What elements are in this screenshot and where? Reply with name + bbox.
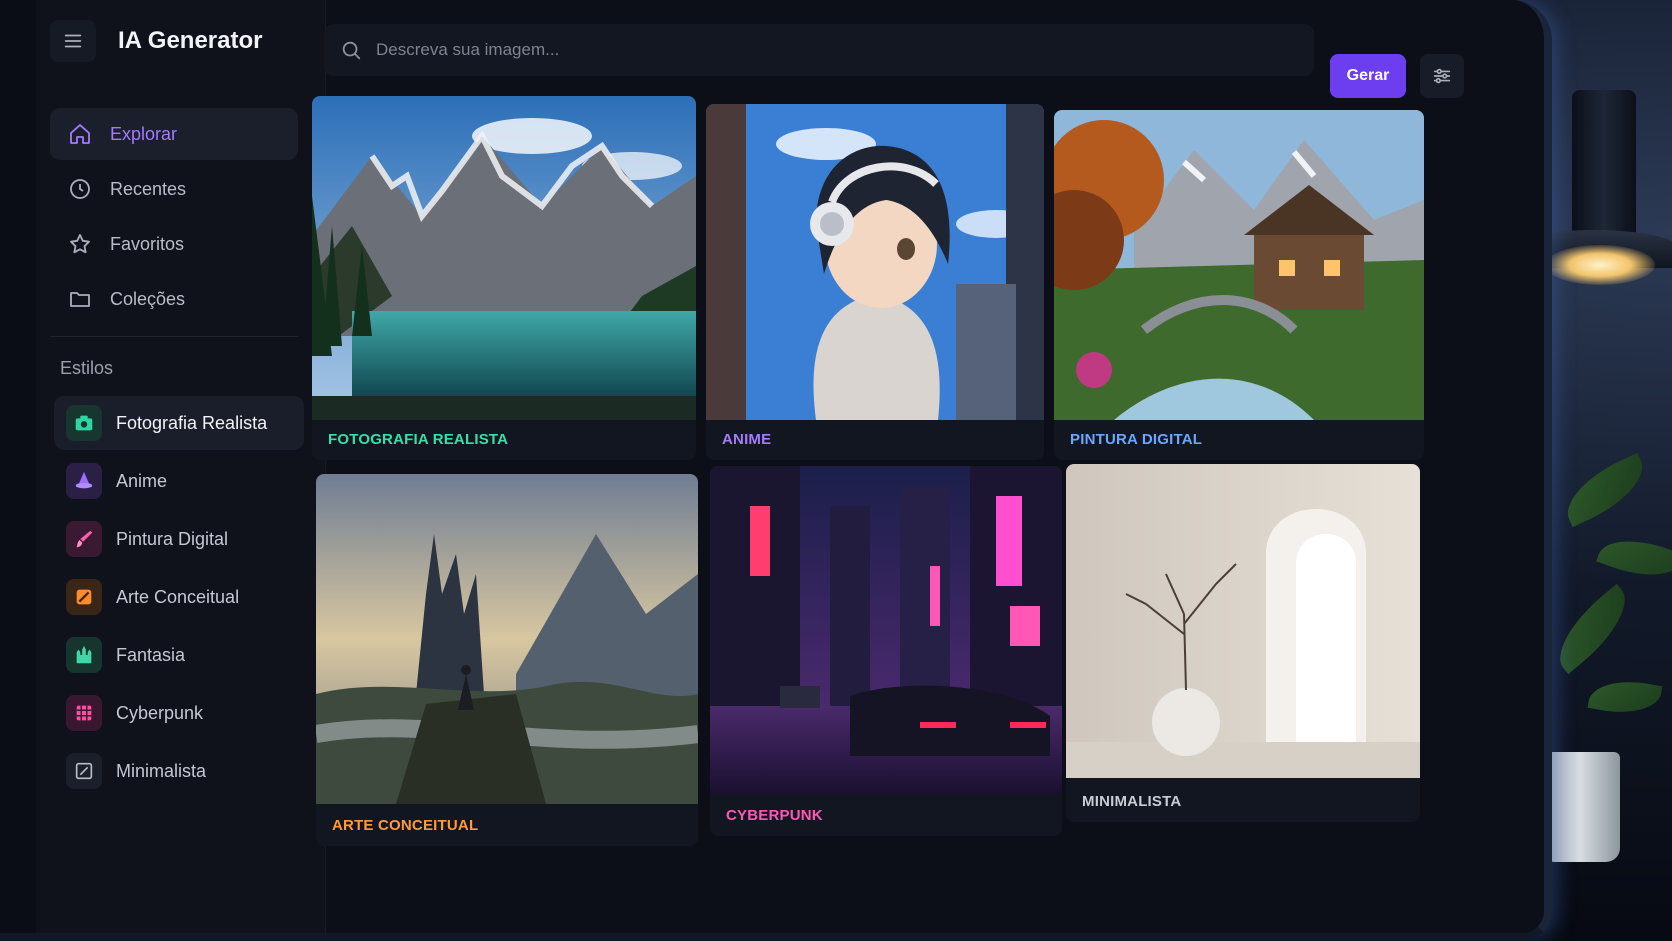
gallery-card-arte-conceitual[interactable]: ARTE CONCEITUAL [316, 474, 698, 846]
style-label: Minimalista [116, 760, 207, 781]
menu-button[interactable] [50, 20, 96, 62]
monitor: IA Generator Explorar Recentes Favoritos [0, 0, 1552, 941]
nav-item-colecoes[interactable]: Coleções [50, 273, 298, 325]
grid-icon [66, 695, 102, 731]
castle-icon [66, 637, 102, 673]
styles-section-label: Estilos [60, 358, 114, 378]
plant-leaf [1587, 674, 1663, 720]
gallery-card-cyberpunk[interactable]: CYBERPUNK [710, 466, 1062, 836]
gallery-card-label: FOTOGRAFIA REALISTA [328, 431, 509, 448]
style-item-fotografia-realista[interactable]: Fotografia Realista [54, 396, 304, 450]
gallery-card-label: ARTE CONCEITUAL [332, 817, 479, 834]
plant-leaf [1596, 527, 1672, 589]
sidebar: IA Generator Explorar Recentes Favoritos [36, 0, 326, 933]
plant-leaf [1543, 583, 1642, 675]
brush-icon [66, 521, 102, 557]
search-input[interactable] [376, 40, 1276, 60]
nav-item-favoritos[interactable]: Favoritos [50, 218, 298, 270]
square-slash-icon [66, 753, 102, 789]
star-icon [70, 234, 90, 254]
style-label: Arte Conceitual [116, 586, 240, 607]
gallery-card-label: MINIMALISTA [1082, 793, 1182, 810]
nav-label: Explorar [110, 123, 178, 144]
plant-leaf [1555, 452, 1655, 528]
sidebar-header: IA Generator [50, 20, 262, 62]
app-window: IA Generator Explorar Recentes Favoritos [36, 0, 1544, 933]
gallery-image-neon-city [710, 466, 1062, 794]
search-icon [342, 41, 361, 60]
gallery-image-mountain-lake [312, 96, 696, 420]
style-item-anime[interactable]: Anime [54, 454, 304, 508]
gallery-card-label: PINTURA DIGITAL [1070, 431, 1203, 448]
main-nav: Explorar Recentes Favoritos Coleções [50, 108, 298, 328]
camera-icon [66, 405, 102, 441]
generate-button[interactable]: Gerar [1330, 54, 1406, 98]
home-icon [70, 124, 90, 144]
sliders-icon [1433, 68, 1451, 84]
gallery-card-anime[interactable]: ANIME [706, 104, 1044, 460]
palette-icon [66, 579, 102, 615]
gallery-image-anime-girl [706, 104, 1044, 420]
style-label: Cyberpunk [116, 702, 204, 723]
hamburger-icon [64, 34, 82, 48]
gallery-image-cottage [1054, 110, 1424, 420]
nav-item-recentes[interactable]: Recentes [50, 163, 298, 215]
filter-button[interactable] [1420, 54, 1464, 98]
style-item-arte-conceitual[interactable]: Arte Conceitual [54, 570, 304, 624]
gallery-card-label: ANIME [722, 431, 772, 448]
folder-icon [70, 292, 90, 307]
wizard-hat-icon [66, 463, 102, 499]
gallery-card-fotografia-realista[interactable]: FOTOGRAFIA REALISTA [312, 96, 696, 460]
style-item-pintura-digital[interactable]: Pintura Digital [54, 512, 304, 566]
plant-pot [1540, 752, 1620, 862]
gallery-card-label: CYBERPUNK [726, 807, 823, 824]
style-label: Pintura Digital [116, 528, 229, 549]
gallery-card-minimalista[interactable]: MINIMALISTA [1066, 464, 1420, 822]
style-item-cyberpunk[interactable]: Cyberpunk [54, 686, 304, 740]
nav-label: Favoritos [110, 233, 185, 254]
style-label: Fotografia Realista [116, 412, 268, 433]
search-bar [324, 24, 1314, 76]
style-item-minimalista[interactable]: Minimalista [54, 744, 304, 798]
style-item-fantasia[interactable]: Fantasia [54, 628, 304, 682]
app-title: IA Generator [118, 27, 263, 54]
lamp-light [1545, 245, 1655, 285]
nav-item-explorar[interactable]: Explorar [50, 108, 298, 160]
gallery-card-pintura-digital[interactable]: PINTURA DIGITAL [1054, 110, 1424, 460]
nav-label: Recentes [110, 178, 187, 199]
styles-list: Fotografia Realista Anime Pintura Digita… [54, 396, 304, 802]
style-label: Fantasia [116, 644, 186, 665]
nav-label: Coleções [110, 288, 186, 309]
gallery-image-minimal-vase [1066, 464, 1420, 778]
clock-icon [70, 179, 90, 199]
gallery-image-fantasy-castle [316, 474, 698, 804]
sidebar-divider [50, 336, 298, 337]
style-label: Anime [116, 470, 168, 491]
